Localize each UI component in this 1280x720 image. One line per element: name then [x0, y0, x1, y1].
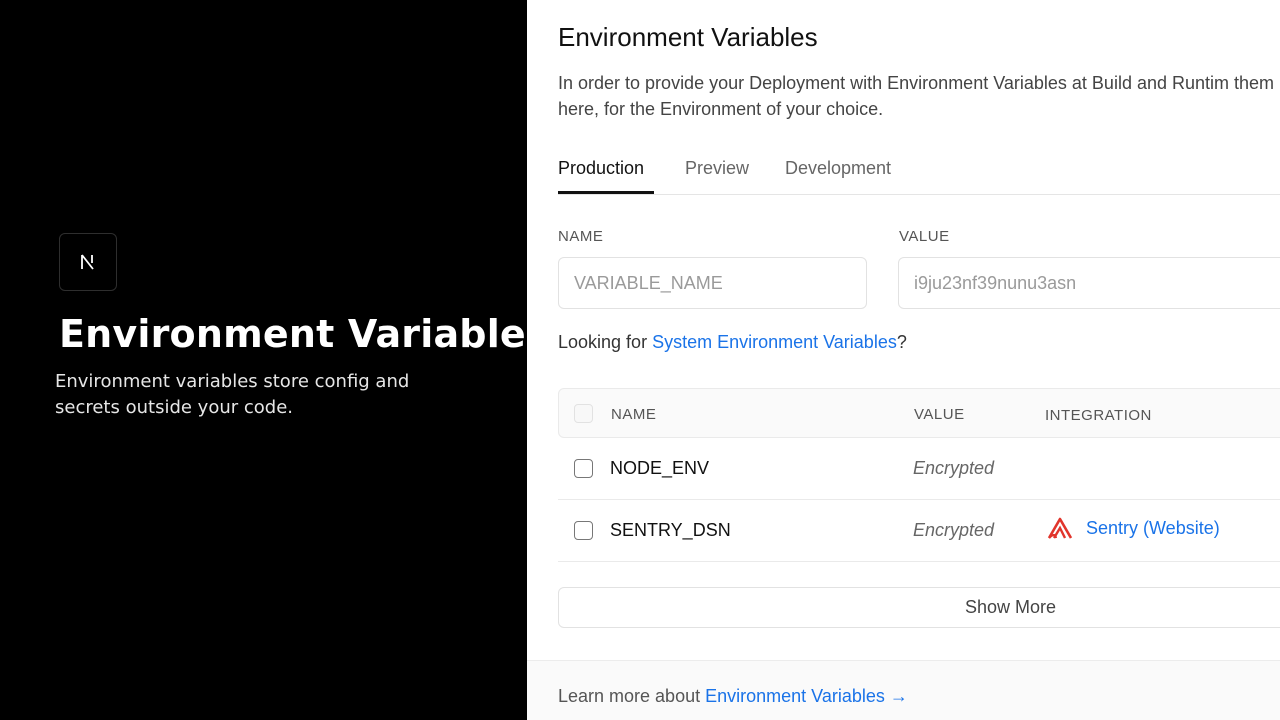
- system-vars-hint-suffix: ?: [896, 332, 907, 352]
- system-vars-hint-prefix: Looking for: [558, 332, 653, 352]
- hero-panel: Environment Variable Environment variabl…: [0, 0, 527, 720]
- variable-value-input[interactable]: [898, 257, 1280, 309]
- table-header: NAME VALUE INTEGRATION: [558, 388, 1280, 438]
- row-checkbox[interactable]: [574, 459, 593, 478]
- tab-preview[interactable]: Preview: [685, 158, 749, 179]
- environment-tabs: Production Preview Development: [558, 150, 1280, 195]
- tab-production[interactable]: Production: [558, 158, 644, 179]
- row-checkbox[interactable]: [574, 521, 593, 540]
- column-header-integration: INTEGRATION: [1045, 407, 1152, 424]
- integration-cell: Sentry (Website): [1046, 516, 1220, 540]
- tab-development[interactable]: Development: [785, 158, 891, 179]
- select-all-checkbox[interactable]: [574, 404, 593, 423]
- env-vars-panel: Environment Variables In order to provid…: [527, 0, 1280, 720]
- column-header-name: NAME: [611, 406, 657, 423]
- variable-name-input[interactable]: [558, 257, 867, 309]
- variable-name: SENTRY_DSN: [610, 520, 731, 540]
- system-vars-hint: Looking for System Environment Variables…: [558, 332, 907, 353]
- table-row[interactable]: NODE_ENV Encrypted: [558, 438, 1280, 500]
- page-description: In order to provide your Deployment with…: [558, 73, 1280, 119]
- variable-value: Encrypted: [913, 520, 995, 540]
- variable-value: Encrypted: [913, 458, 995, 478]
- sentry-integration-link[interactable]: Sentry (Website): [1086, 518, 1220, 539]
- system-env-vars-link[interactable]: System Environment Variables: [652, 332, 897, 352]
- footer-text: Learn more about Environment Variables →: [558, 686, 908, 707]
- page-title: Environment Variables: [558, 22, 818, 52]
- column-header-value: VALUE: [914, 406, 965, 423]
- sentry-icon: [1047, 517, 1073, 539]
- variable-name: NODE_ENV: [610, 458, 710, 478]
- panel-footer: Learn more about Environment Variables →: [527, 660, 1280, 720]
- active-tab-indicator: [558, 191, 654, 194]
- footer-prefix: Learn more about: [558, 686, 706, 706]
- env-vars-table: NAME VALUE INTEGRATION NODE_ENV Encrypte…: [558, 388, 1280, 562]
- nextjs-logo-icon: [59, 233, 117, 291]
- table-row[interactable]: SENTRY_DSN Encrypted Sentry (Website): [558, 500, 1280, 562]
- hero-title: Environment Variable: [59, 312, 526, 356]
- show-more-button[interactable]: Show More: [558, 587, 1280, 628]
- learn-more-link[interactable]: Environment Variables →: [705, 686, 908, 706]
- hero-subtitle: Environment variables store config and s…: [55, 371, 410, 418]
- name-field-label: NAME: [558, 228, 604, 245]
- value-field-label: VALUE: [899, 228, 950, 245]
